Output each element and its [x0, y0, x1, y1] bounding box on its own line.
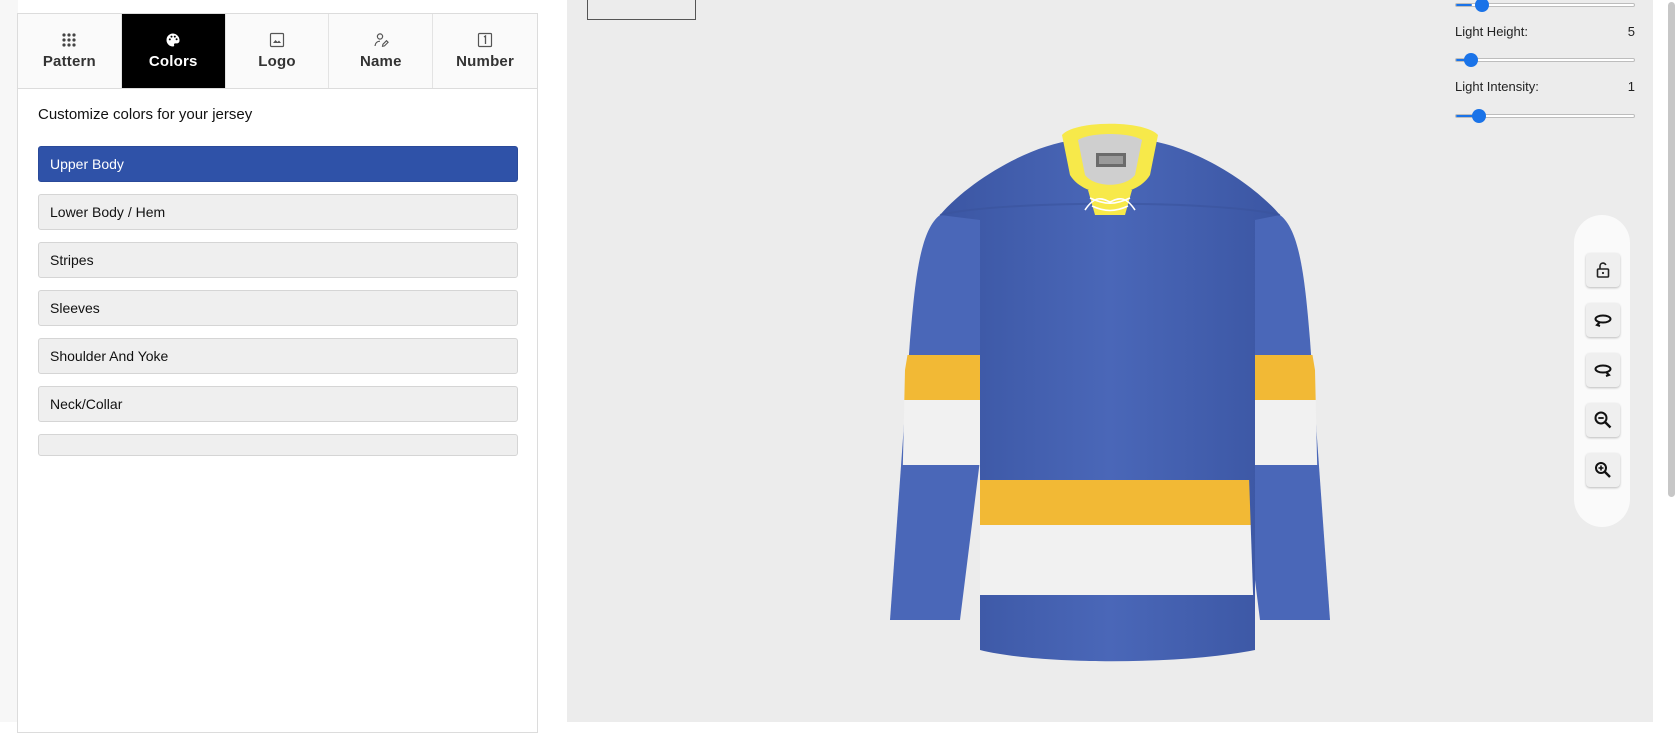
tab-logo[interactable]: Logo — [226, 14, 330, 88]
jersey-model[interactable] — [880, 120, 1340, 670]
image-icon — [269, 32, 285, 48]
rotate-right-icon — [1594, 364, 1612, 377]
top-slider-fill — [1456, 4, 1472, 6]
zoom-in-button[interactable] — [1586, 453, 1620, 487]
palette-icon — [166, 33, 180, 47]
light-height-value: 5 — [1627, 24, 1635, 39]
color-part-lower-body-hem[interactable]: Lower Body / Hem — [38, 194, 518, 230]
viewer-top-box — [587, 0, 696, 20]
lock-view-button[interactable] — [1586, 253, 1620, 287]
rotate-left-button[interactable] — [1586, 303, 1620, 337]
light-height-slider[interactable] — [1455, 53, 1635, 67]
page-scrollbar[interactable] — [1664, 0, 1679, 722]
tab-number[interactable]: Number — [433, 14, 537, 88]
page-scrollbar-thumb[interactable] — [1668, 2, 1675, 497]
tab-pattern-label: Pattern — [42, 53, 96, 70]
tab-logo-label: Logo — [258, 53, 296, 70]
zoom-out-button[interactable] — [1586, 403, 1620, 437]
number-box-icon — [477, 32, 493, 48]
tab-name[interactable]: Name — [329, 14, 434, 88]
zoom-in-icon — [1595, 462, 1611, 478]
rotate-left-icon — [1594, 314, 1612, 327]
color-part-list: Upper Body Lower Body / Hem Stripes Slee… — [38, 146, 518, 468]
light-height-thumb[interactable] — [1464, 53, 1478, 67]
light-intensity-label: Light Intensity: — [1455, 79, 1539, 94]
light-intensity-slider[interactable] — [1455, 109, 1635, 123]
view-toolbar — [1574, 215, 1630, 527]
top-slider[interactable] — [1455, 0, 1635, 12]
jersey-torso — [940, 140, 1280, 662]
person-edit-icon — [374, 33, 389, 48]
color-part-stripes[interactable]: Stripes — [38, 242, 518, 278]
tab-colors[interactable]: Colors — [121, 14, 226, 88]
color-part-sleeves[interactable]: Sleeves — [38, 290, 518, 326]
light-intensity-thumb[interactable] — [1472, 109, 1486, 123]
zoom-out-icon — [1594, 411, 1612, 429]
tab-colors-label: Colors — [148, 53, 198, 70]
left-gutter — [0, 0, 18, 722]
tab-bar: Pattern Colors Logo Name Number — [18, 14, 537, 89]
tab-number-label: Number — [456, 53, 515, 70]
tab-pattern[interactable]: Pattern — [18, 14, 122, 88]
tab-name-label: Name — [359, 53, 402, 70]
light-intensity-value: 1 — [1627, 79, 1635, 94]
color-part-shoulder-and-yoke[interactable]: Shoulder And Yoke — [38, 338, 518, 374]
color-part-upper-body[interactable]: Upper Body — [38, 146, 518, 182]
light-height-label: Light Height: — [1455, 24, 1528, 39]
unlock-icon — [1596, 262, 1610, 278]
panel-subtitle: Customize colors for your jersey — [38, 106, 253, 123]
rotate-right-button[interactable] — [1586, 353, 1620, 387]
pattern-grid-icon — [62, 33, 76, 47]
customizer-panel: Pattern Colors Logo Name Number Customiz… — [17, 13, 538, 733]
color-part-neck-collar[interactable]: Neck/Collar — [38, 386, 518, 422]
color-part-unlabeled[interactable] — [38, 434, 518, 456]
